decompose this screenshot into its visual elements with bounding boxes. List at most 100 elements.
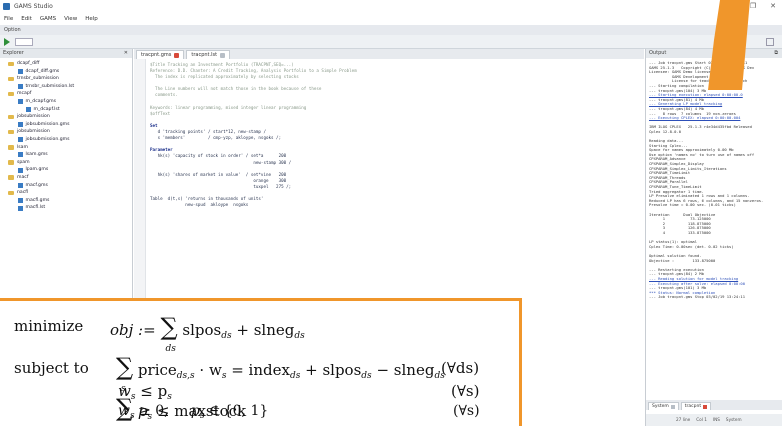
tree-item[interactable]: macfl.lst xyxy=(0,204,132,212)
tree-item[interactable]: lpam.gms xyxy=(0,166,132,174)
tree-item-label: trnsbr_submission xyxy=(17,76,59,82)
tree-item[interactable]: dcapf_diff xyxy=(0,60,132,68)
tree-item[interactable]: jobsubmission xyxy=(0,128,132,136)
tab-system[interactable]: System xyxy=(648,402,679,410)
run-mode-select[interactable] xyxy=(15,37,33,46)
close-tab-icon[interactable] xyxy=(670,404,675,409)
code-area[interactable]: $Title Tracking an Investment Portfolio … xyxy=(150,62,640,208)
c1-price-sub: ds,s xyxy=(176,371,195,381)
tree-item-label: macfl.lst xyxy=(25,205,46,211)
folder-icon xyxy=(8,145,14,150)
constraint-tracking: ∑ s priceds,s · ws = indexds + slposds − … xyxy=(116,355,445,394)
tree-item-label: m_dcapf.gms xyxy=(25,98,56,104)
tree-item-label: spam xyxy=(17,159,30,165)
tree-item[interactable]: macf.gms xyxy=(0,182,132,190)
tree-item[interactable]: m_dcapf.gms xyxy=(0,98,132,106)
menu-view[interactable]: View xyxy=(64,16,77,22)
tree-item-label: jobsubmission.gms xyxy=(25,136,70,142)
c4-binary: ∈ {0, 1} xyxy=(208,403,269,419)
tree-item[interactable]: jobsubmission.gms xyxy=(0,136,132,144)
close-tab-icon[interactable] xyxy=(703,404,708,409)
explorer-title: Explorer xyxy=(3,50,24,56)
c4-p: p xyxy=(190,403,200,419)
c1-w: · w xyxy=(199,361,222,379)
folder-icon xyxy=(8,129,14,135)
tree-item-label: nacfl xyxy=(17,190,29,196)
obj-slpos: slpos xyxy=(182,321,222,339)
file-icon xyxy=(18,205,23,211)
project-tree: dcapf_diff dcapf_diff.gms trnsbr_submissio… xyxy=(0,58,132,212)
folder-icon xyxy=(8,61,14,67)
tab-tracpnt-log[interactable]: tracpnt xyxy=(680,402,712,410)
tree-item-label: lsam.gms xyxy=(25,152,48,158)
folder-icon xyxy=(8,160,14,165)
objective-row: obj := ∑ ds slposds + slnegds xyxy=(110,315,305,354)
output-pane: Output ⧉ --- Job tracpnt.gms Start 03/02… xyxy=(645,49,782,426)
tree-item[interactable]: macfl.gms xyxy=(0,197,132,205)
tab-label: System xyxy=(652,403,669,409)
tree-item[interactable]: dcapf_diff.gms xyxy=(0,68,132,76)
tree-item-label: lpam.gms xyxy=(25,167,49,173)
tree-item[interactable]: spam xyxy=(0,159,132,167)
folder-icon xyxy=(8,175,14,180)
menu-file[interactable]: File xyxy=(4,16,13,22)
menu-edit[interactable]: Edit xyxy=(21,16,32,22)
pane-float-icon[interactable]: ⧉ xyxy=(774,49,778,58)
tree-item-label: trnsbr_submission.lst xyxy=(25,83,75,89)
sum-symbol: ∑s xyxy=(116,355,133,394)
file-icon xyxy=(18,182,23,188)
tree-item[interactable]: mcapf xyxy=(0,90,132,98)
folder-icon xyxy=(8,76,14,82)
code-line: new-spud akloype nsgoks xyxy=(150,202,249,208)
c1-price: price xyxy=(137,361,177,379)
ds-subscript: ds xyxy=(294,331,305,341)
tree-item-label: jobsubmission.gms xyxy=(25,121,70,127)
tree-item[interactable]: trnsbr_submission xyxy=(0,75,132,83)
file-icon xyxy=(26,106,31,112)
close-tab-icon[interactable] xyxy=(220,52,226,58)
close-button[interactable]: ✕ xyxy=(770,2,776,10)
output-tabs: System tracpnt xyxy=(646,400,782,410)
c1-quantifier: (∀ds) xyxy=(441,359,480,377)
output-title: Output xyxy=(649,50,667,56)
window-title: GAMS Studio xyxy=(14,3,53,10)
tree-item-label: macf xyxy=(17,174,29,180)
maximize-button[interactable]: ❐ xyxy=(750,2,756,10)
toolbar-extra-icon[interactable] xyxy=(766,38,774,46)
folder-icon xyxy=(8,190,14,196)
process-log[interactable]: --- Job tracpnt.gms Start 03/02/19 13:24… xyxy=(649,61,781,300)
toolbar xyxy=(0,35,782,49)
c4-sub: s xyxy=(199,411,205,421)
tab-tracpnt-lst[interactable]: tracpnt.lst xyxy=(186,50,231,59)
minimize-label: minimize xyxy=(14,317,84,335)
tree-item[interactable]: trnsbr_submission.lst xyxy=(0,83,132,91)
tree-item[interactable]: jobsubmission.gms xyxy=(0,121,132,129)
option-bar[interactable]: Option xyxy=(0,25,782,35)
explorer-header: Explorer ✕ xyxy=(0,49,132,58)
editor-tabs: tracpnt.gms tracpnt.lst xyxy=(134,49,644,59)
folder-icon xyxy=(8,91,14,97)
tree-item[interactable]: lsam.gms xyxy=(0,151,132,159)
sum-symbol: ∑ ds xyxy=(160,315,177,354)
tree-item[interactable]: macf xyxy=(0,174,132,182)
ds-subscript: ds xyxy=(361,371,372,381)
file-icon xyxy=(18,167,23,173)
run-icon[interactable] xyxy=(4,37,10,46)
obj-slneg: + slneg xyxy=(236,321,295,339)
c1-index: = index xyxy=(231,361,290,379)
close-tab-icon[interactable] xyxy=(174,52,180,58)
menu-help[interactable]: Help xyxy=(85,16,98,22)
tree-item[interactable]: lsam xyxy=(0,144,132,152)
tree-item-label: dcapf_diff xyxy=(17,61,40,66)
menu-gams[interactable]: GAMS xyxy=(40,16,56,22)
tree-item[interactable]: jobsubmission xyxy=(0,113,132,121)
c1-index-sub: ds xyxy=(289,371,301,381)
tree-item-label: macfl.gms xyxy=(25,197,50,203)
tree-item[interactable]: m_dcapf.lst xyxy=(0,106,132,114)
tree-item[interactable]: nacfl xyxy=(0,189,132,197)
c4-ge: ≥ 0, xyxy=(139,403,169,419)
pane-close-icon[interactable]: ✕ xyxy=(124,49,128,58)
folder-icon xyxy=(8,114,14,120)
c4-sub: s xyxy=(129,411,135,421)
tab-tracpnt-gms[interactable]: tracpnt.gms xyxy=(136,50,185,59)
